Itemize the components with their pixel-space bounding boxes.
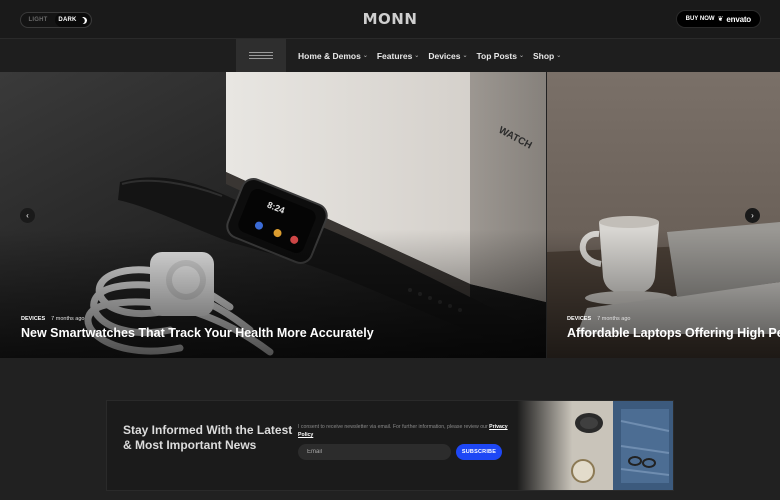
nav-item-features[interactable]: Features ⌄ [377,51,419,61]
category-label[interactable]: DEVICES [567,316,591,322]
slider-next-button[interactable]: › [745,208,760,223]
envato-leaf-icon: ❦ [717,16,724,23]
post-time: 7 months ago [597,316,631,322]
buy-now-button[interactable]: BUY NOW ❦ envato [675,10,761,28]
slide-smartwatch[interactable]: WATCH 8:24 [0,72,546,358]
hamburger-menu-button[interactable] [236,39,286,72]
featured-slider: WATCH 8:24 [0,72,780,358]
nav-item-home-demos[interactable]: Home & Demos ⌄ [298,51,368,61]
top-header: LIGHT DARK MONN BUY NOW ❦ envato [0,0,780,39]
chevron-down-icon: ⌄ [462,53,468,59]
slide-title[interactable]: New Smartwatches That Track Your Health … [21,326,374,340]
newsletter-consent-text: I consent to receive newsletter via emai… [298,423,508,439]
flatlay-photo [517,401,673,490]
site-logo[interactable]: MONN [0,10,780,28]
nav-item-label: Home & Demos [298,50,361,61]
nav-item-label: Devices [428,50,461,61]
nav-item-label: Top Posts [476,50,517,61]
email-input[interactable] [298,444,451,460]
nav-item-label: Features [376,50,413,61]
slide-meta: DEVICES 7 months ago [567,316,630,322]
consent-text: I consent to receive newsletter via emai… [298,424,488,430]
buy-now-label: BUY NOW [685,16,715,22]
slide-meta: DEVICES 7 months ago [21,316,84,322]
menu-line-icon [249,58,273,59]
chevron-down-icon: ⌄ [414,53,420,59]
category-label[interactable]: DEVICES [21,316,45,322]
main-navigation: Home & Demos ⌄ Features ⌄ Devices ⌄ Top … [0,39,780,72]
post-time: 7 months ago [51,316,85,322]
nav-menu: Home & Demos ⌄ Features ⌄ Devices ⌄ Top … [298,39,561,72]
nav-item-label: Shop [533,50,555,61]
chevron-right-icon: › [751,211,754,220]
subscribe-button[interactable]: SUBSCRIBE [456,444,502,460]
chevron-down-icon: ⌄ [362,53,368,59]
nav-item-devices[interactable]: Devices ⌄ [428,51,467,61]
nav-item-top-posts[interactable]: Top Posts ⌄ [477,51,525,61]
envato-brand-label: envato [726,14,751,24]
chevron-down-icon: ⌄ [556,53,562,59]
chevron-left-icon: ‹ [26,211,29,220]
slider-prev-button[interactable]: ‹ [20,208,35,223]
menu-line-icon [249,52,273,53]
newsletter-image [517,401,673,490]
newsletter-title: Stay Informed With the Latest & Most Imp… [123,423,293,452]
menu-line-icon [249,55,273,56]
newsletter-box: Stay Informed With the Latest & Most Imp… [106,400,674,491]
slide-title[interactable]: Affordable Laptops Offering High Perform… [567,326,780,340]
nav-item-shop[interactable]: Shop ⌄ [533,51,561,61]
chevron-down-icon: ⌄ [518,53,524,59]
